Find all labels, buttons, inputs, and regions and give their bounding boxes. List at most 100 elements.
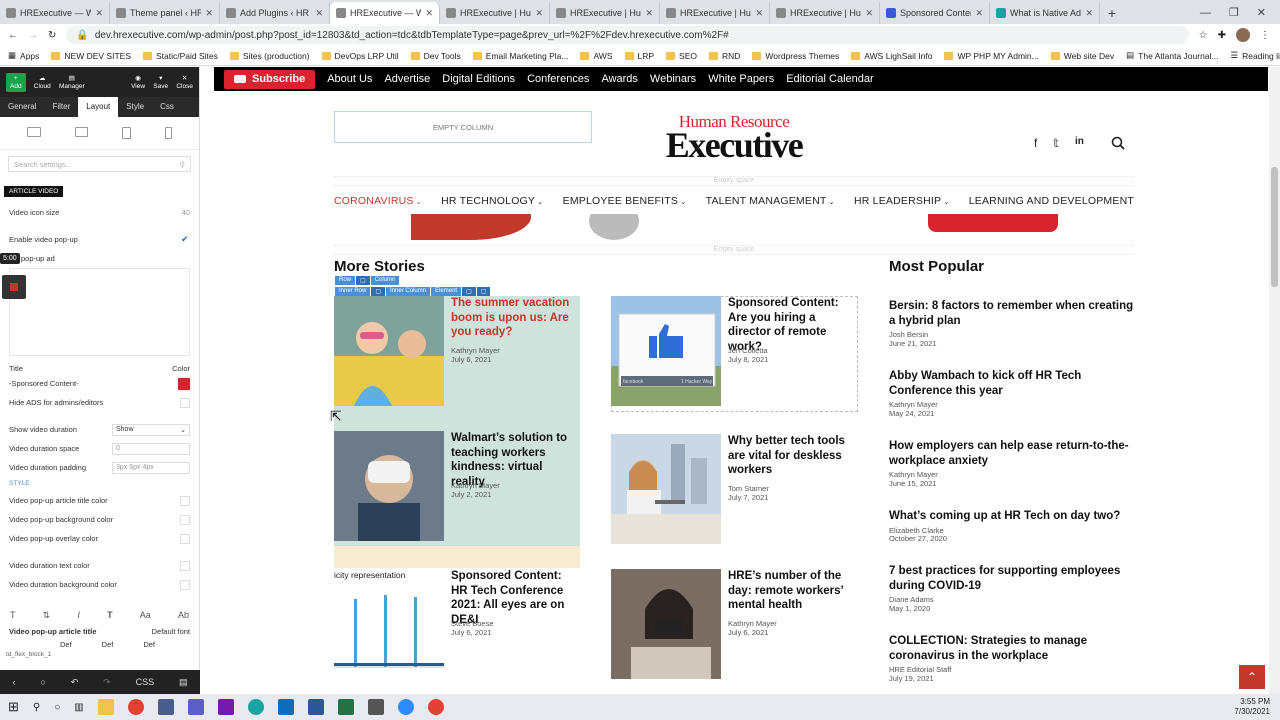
- nav-talent-management[interactable]: TALENT MANAGEMENT: [706, 195, 835, 213]
- bookmark-item[interactable]: Wordpress Themes: [752, 51, 839, 61]
- outlook-icon[interactable]: [277, 699, 294, 715]
- tab-general[interactable]: General: [0, 97, 44, 117]
- nav-hr-leadership[interactable]: HR LEADERSHIP: [854, 195, 949, 213]
- bookmark-item[interactable]: Sites (production): [229, 51, 310, 61]
- close-tab-icon[interactable]: ✕: [205, 8, 213, 19]
- story-card[interactable]: icity representation Sponsored Content: …: [334, 569, 580, 681]
- close-tab-icon[interactable]: ✕: [315, 8, 323, 19]
- tab-filter[interactable]: Filter: [44, 97, 78, 117]
- calculator-icon[interactable]: [367, 699, 384, 715]
- phone-icon[interactable]: [165, 127, 172, 139]
- onenote-icon[interactable]: [217, 699, 234, 715]
- top-link[interactable]: Awards: [595, 73, 643, 85]
- bookmark-item[interactable]: Dev Tools: [410, 51, 461, 61]
- view-button[interactable]: ◉ View: [131, 74, 145, 90]
- scrollbar-thumb[interactable]: [1271, 167, 1278, 287]
- popular-item[interactable]: Abby Wambach to kick off HR Tech Confere…: [889, 369, 1134, 418]
- top-link[interactable]: Editorial Calendar: [780, 73, 879, 85]
- ad-banner-strip[interactable]: [411, 214, 1058, 240]
- element-copy-icon[interactable]: ▢: [476, 287, 491, 296]
- text-transform-icon[interactable]: T: [107, 610, 113, 621]
- element-settings-icon[interactable]: ▢: [462, 287, 476, 296]
- popular-item[interactable]: 7 best practices for supporting employee…: [889, 564, 1134, 613]
- font-style-select[interactable]: Def: [143, 640, 155, 649]
- forward-icon[interactable]: →: [28, 30, 38, 41]
- page-scrollbar[interactable]: [1269, 67, 1280, 694]
- close-button[interactable]: ✕ Close: [176, 74, 193, 90]
- landscape-tablet-icon[interactable]: [75, 127, 88, 137]
- settings-search-input[interactable]: Search settings... ⚲: [8, 156, 191, 172]
- column-tag[interactable]: Column: [370, 276, 400, 285]
- browser-tab[interactable]: HRExecutive | Hum ✕: [440, 2, 550, 24]
- portrait-tablet-icon[interactable]: [122, 127, 131, 139]
- empty-space-block[interactable]: Empty space: [334, 245, 1134, 255]
- story-card[interactable]: Why better tech tools are vital for desk…: [611, 434, 858, 546]
- bookmark-item[interactable]: ▤ The Atlanta Journal...: [1126, 50, 1218, 61]
- browser-tab[interactable]: Add Plugins ‹ HR ✕: [220, 2, 330, 24]
- inner-row-settings-icon[interactable]: ▢: [371, 287, 386, 296]
- reload-icon[interactable]: ↻: [48, 30, 56, 41]
- color-picker-icon[interactable]: [2, 275, 26, 299]
- close-tab-icon[interactable]: ✕: [645, 8, 653, 19]
- word-icon[interactable]: [307, 699, 324, 715]
- back-to-top-button[interactable]: ⌃: [1239, 665, 1265, 689]
- title-color-swatch[interactable]: [178, 377, 190, 390]
- bookmark-item[interactable]: AWS LighSail Info: [851, 51, 932, 61]
- popular-item[interactable]: How employers can help ease return-to-th…: [889, 439, 1134, 488]
- nav-employee-benefits[interactable]: EMPLOYEE BENEFITS: [563, 195, 687, 213]
- story-card[interactable]: facebook 1 Hacker Way Sponsored Content:…: [611, 296, 858, 408]
- inner-column-tag[interactable]: Inner Column: [386, 287, 431, 296]
- popup-ad-textarea[interactable]: [9, 268, 190, 356]
- search-icon[interactable]: [1111, 136, 1125, 150]
- top-link[interactable]: Advertise: [378, 73, 436, 85]
- css-button[interactable]: CSS: [136, 677, 155, 687]
- add-button[interactable]: + Add: [6, 72, 26, 92]
- bookmark-item[interactable]: AWS: [580, 51, 613, 61]
- line-height-icon[interactable]: ⇅: [43, 610, 51, 621]
- bookmark-item[interactable]: WP PHP MY Admin...: [944, 51, 1039, 61]
- redo-icon[interactable]: ↷: [103, 677, 111, 688]
- star-icon[interactable]: ☆: [1199, 30, 1208, 41]
- undo-icon[interactable]: ↶: [71, 677, 79, 688]
- color-swatch[interactable]: [180, 579, 190, 590]
- browser-tab[interactable]: Theme panel ‹ HR ✕: [110, 2, 220, 24]
- maximize-icon[interactable]: ❐: [1229, 2, 1239, 24]
- save-button[interactable]: ▾ Save: [153, 74, 168, 90]
- browser-tab[interactable]: Sponsored Conten ✕: [880, 2, 990, 24]
- new-tab-button[interactable]: +: [1100, 2, 1124, 24]
- circle-icon[interactable]: ○: [40, 677, 45, 687]
- color-swatch[interactable]: [180, 533, 190, 544]
- bookmark-item[interactable]: DevOps LRP Util: [321, 51, 399, 61]
- story-card[interactable]: HRE’s number of the day: remote workers’…: [611, 569, 858, 681]
- inner-row-tag[interactable]: Inner Row: [335, 287, 371, 296]
- bookmark-item[interactable]: Email Marketing Pla...: [472, 51, 568, 61]
- story-card[interactable]: The summer vacation boom is upon us: Are…: [334, 296, 580, 408]
- bookmark-item[interactable]: LRP: [624, 51, 654, 61]
- back-icon[interactable]: ←: [8, 30, 18, 41]
- bookmark-item[interactable]: Web site Dev: [1050, 51, 1114, 61]
- task-view-icon[interactable]: ▥: [74, 702, 83, 713]
- site-logo[interactable]: Human Resource Executive: [641, 113, 827, 163]
- url-input[interactable]: 🔒 dev.hrexecutive.com/wp-admin/post.php?…: [66, 26, 1189, 44]
- minimize-icon[interactable]: —: [1200, 2, 1211, 24]
- nav-learning-development[interactable]: LEARNING AND DEVELOPMENT: [969, 195, 1134, 213]
- windows-start-icon[interactable]: ⊞: [8, 699, 19, 715]
- close-tab-icon[interactable]: ✕: [865, 8, 873, 19]
- font-size-select[interactable]: Def: [60, 640, 72, 649]
- row-settings-icon[interactable]: ▢: [356, 276, 370, 285]
- story-card[interactable]: Walmart’s solution to teaching workers k…: [334, 431, 580, 543]
- top-link[interactable]: White Papers: [702, 73, 780, 85]
- file-explorer-icon[interactable]: [97, 699, 114, 715]
- close-tab-icon[interactable]: ✕: [975, 8, 983, 19]
- cloud-button[interactable]: ☁ Cloud: [34, 74, 51, 90]
- story-title[interactable]: Why better tech tools are vital for desk…: [728, 434, 856, 478]
- story-title[interactable]: HRE’s number of the day: remote workers’…: [728, 569, 856, 613]
- italic-icon[interactable]: I: [77, 610, 80, 621]
- nav-coronavirus[interactable]: CORONAVIRUS: [334, 195, 422, 213]
- excel-icon[interactable]: [337, 699, 354, 715]
- subscribe-button[interactable]: Subscribe: [224, 69, 316, 89]
- close-tab-icon[interactable]: ✕: [535, 8, 543, 19]
- bookmark-item[interactable]: SEO: [666, 51, 697, 61]
- story-title[interactable]: The summer vacation boom is upon us: Are…: [451, 296, 579, 340]
- browser-tab[interactable]: What is Native Ad ✕: [990, 2, 1100, 24]
